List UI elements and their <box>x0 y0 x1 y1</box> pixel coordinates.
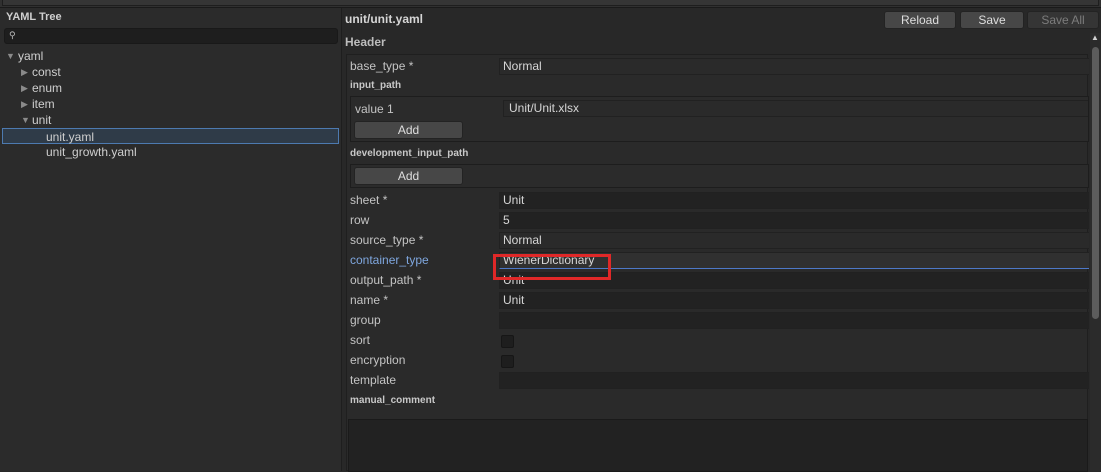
field-label: name * <box>350 293 389 307</box>
field-container-type: container_type WienerDictionary <box>347 251 1089 271</box>
section-development-input-path: development_input_path <box>350 148 469 159</box>
search-icon: ⚲ <box>9 30 16 40</box>
field-label: encryption <box>350 353 406 367</box>
file-title: unit/unit.yaml <box>345 12 423 26</box>
field-label: template <box>350 373 397 387</box>
add-development-input-path-button[interactable]: Add <box>354 167 463 185</box>
input-path-value-field[interactable]: Unit/Unit.xlsx <box>503 100 1088 117</box>
input-path-list: value 1 Unit/Unit.xlsx Add <box>350 96 1089 142</box>
development-input-path-list: Add <box>350 164 1089 188</box>
field-template: template <box>347 371 1089 391</box>
tree-node-enum[interactable]: ▶ enum <box>0 80 341 96</box>
header-form: base_type * Normal input_path value 1 Un… <box>346 54 1089 472</box>
scroll-up-icon[interactable]: ▲ <box>1091 33 1099 42</box>
field-label: source_type * <box>350 233 424 247</box>
field-label: output_path * <box>350 273 422 287</box>
tree-node-const[interactable]: ▶ const <box>0 64 341 80</box>
expand-arrow-icon[interactable]: ▼ <box>6 48 15 64</box>
name-input[interactable]: Unit <box>499 292 1089 309</box>
base-type-dropdown[interactable]: Normal <box>499 58 1089 75</box>
reload-button[interactable]: Reload <box>884 11 956 29</box>
manual-comment-textarea[interactable] <box>348 419 1088 472</box>
tree-node-item[interactable]: ▶ item <box>0 96 341 112</box>
scrollbar-thumb[interactable] <box>1092 47 1099 319</box>
field-label: sheet * <box>350 193 388 207</box>
list-item-label: value 1 <box>355 102 394 116</box>
highlight-annotation <box>493 254 611 280</box>
field-output-path: output_path * Unit <box>347 271 1089 291</box>
expand-arrow-icon[interactable]: ▼ <box>21 112 30 128</box>
template-input[interactable] <box>499 372 1089 389</box>
field-source-type: source_type * Normal <box>347 231 1089 251</box>
tree-node-unit-growth-yaml[interactable]: unit_growth.yaml <box>0 144 341 160</box>
section-manual-comment: manual_comment <box>350 395 436 406</box>
collapse-arrow-icon[interactable]: ▶ <box>21 64 28 80</box>
field-group: group <box>347 311 1089 331</box>
field-label: sort <box>350 333 371 347</box>
top-toolbar-strip <box>0 0 1101 8</box>
field-name: name * Unit <box>347 291 1089 311</box>
row-input[interactable]: 5 <box>499 212 1089 229</box>
group-input[interactable] <box>499 312 1089 329</box>
tree-node-unit[interactable]: ▼ unit <box>0 112 341 128</box>
tree-node-yaml[interactable]: ▼ yaml <box>0 48 341 64</box>
collapse-arrow-icon[interactable]: ▶ <box>21 80 28 96</box>
sheet-input[interactable]: Unit <box>499 192 1089 209</box>
yaml-tree-panel: YAML Tree ⚲ ▼ yaml ▶ const ▶ enum ▶ item… <box>0 8 342 471</box>
tree-node-unit-yaml[interactable]: unit.yaml <box>2 128 339 144</box>
field-label: base_type * <box>350 59 414 73</box>
panel-title: YAML Tree <box>6 11 62 23</box>
tree-search-input[interactable]: ⚲ <box>4 28 338 44</box>
section-input-path: input_path <box>350 80 402 91</box>
vertical-scrollbar[interactable]: ▲ <box>1090 33 1101 471</box>
field-sheet: sheet * Unit <box>347 191 1089 211</box>
field-base-type: base_type * Normal <box>347 57 1089 77</box>
field-label: row <box>350 213 370 227</box>
source-type-dropdown[interactable]: Normal <box>499 232 1089 249</box>
sort-checkbox[interactable] <box>501 335 514 348</box>
field-label: group <box>350 313 381 327</box>
encryption-checkbox[interactable] <box>501 355 514 368</box>
yaml-tree: ▼ yaml ▶ const ▶ enum ▶ item ▼ unit unit… <box>0 48 341 160</box>
field-sort: sort <box>347 331 1089 351</box>
field-encryption: encryption <box>347 351 1089 371</box>
collapse-arrow-icon[interactable]: ▶ <box>21 96 28 112</box>
add-input-path-button[interactable]: Add <box>354 121 463 139</box>
field-row: row 5 <box>347 211 1089 231</box>
yaml-editor-panel: unit/unit.yaml Reload Save Save All Head… <box>343 8 1101 472</box>
save-button[interactable]: Save <box>960 11 1024 29</box>
save-all-button: Save All <box>1027 11 1099 29</box>
field-label: container_type <box>350 253 429 267</box>
header-section-label: Header <box>345 35 386 49</box>
